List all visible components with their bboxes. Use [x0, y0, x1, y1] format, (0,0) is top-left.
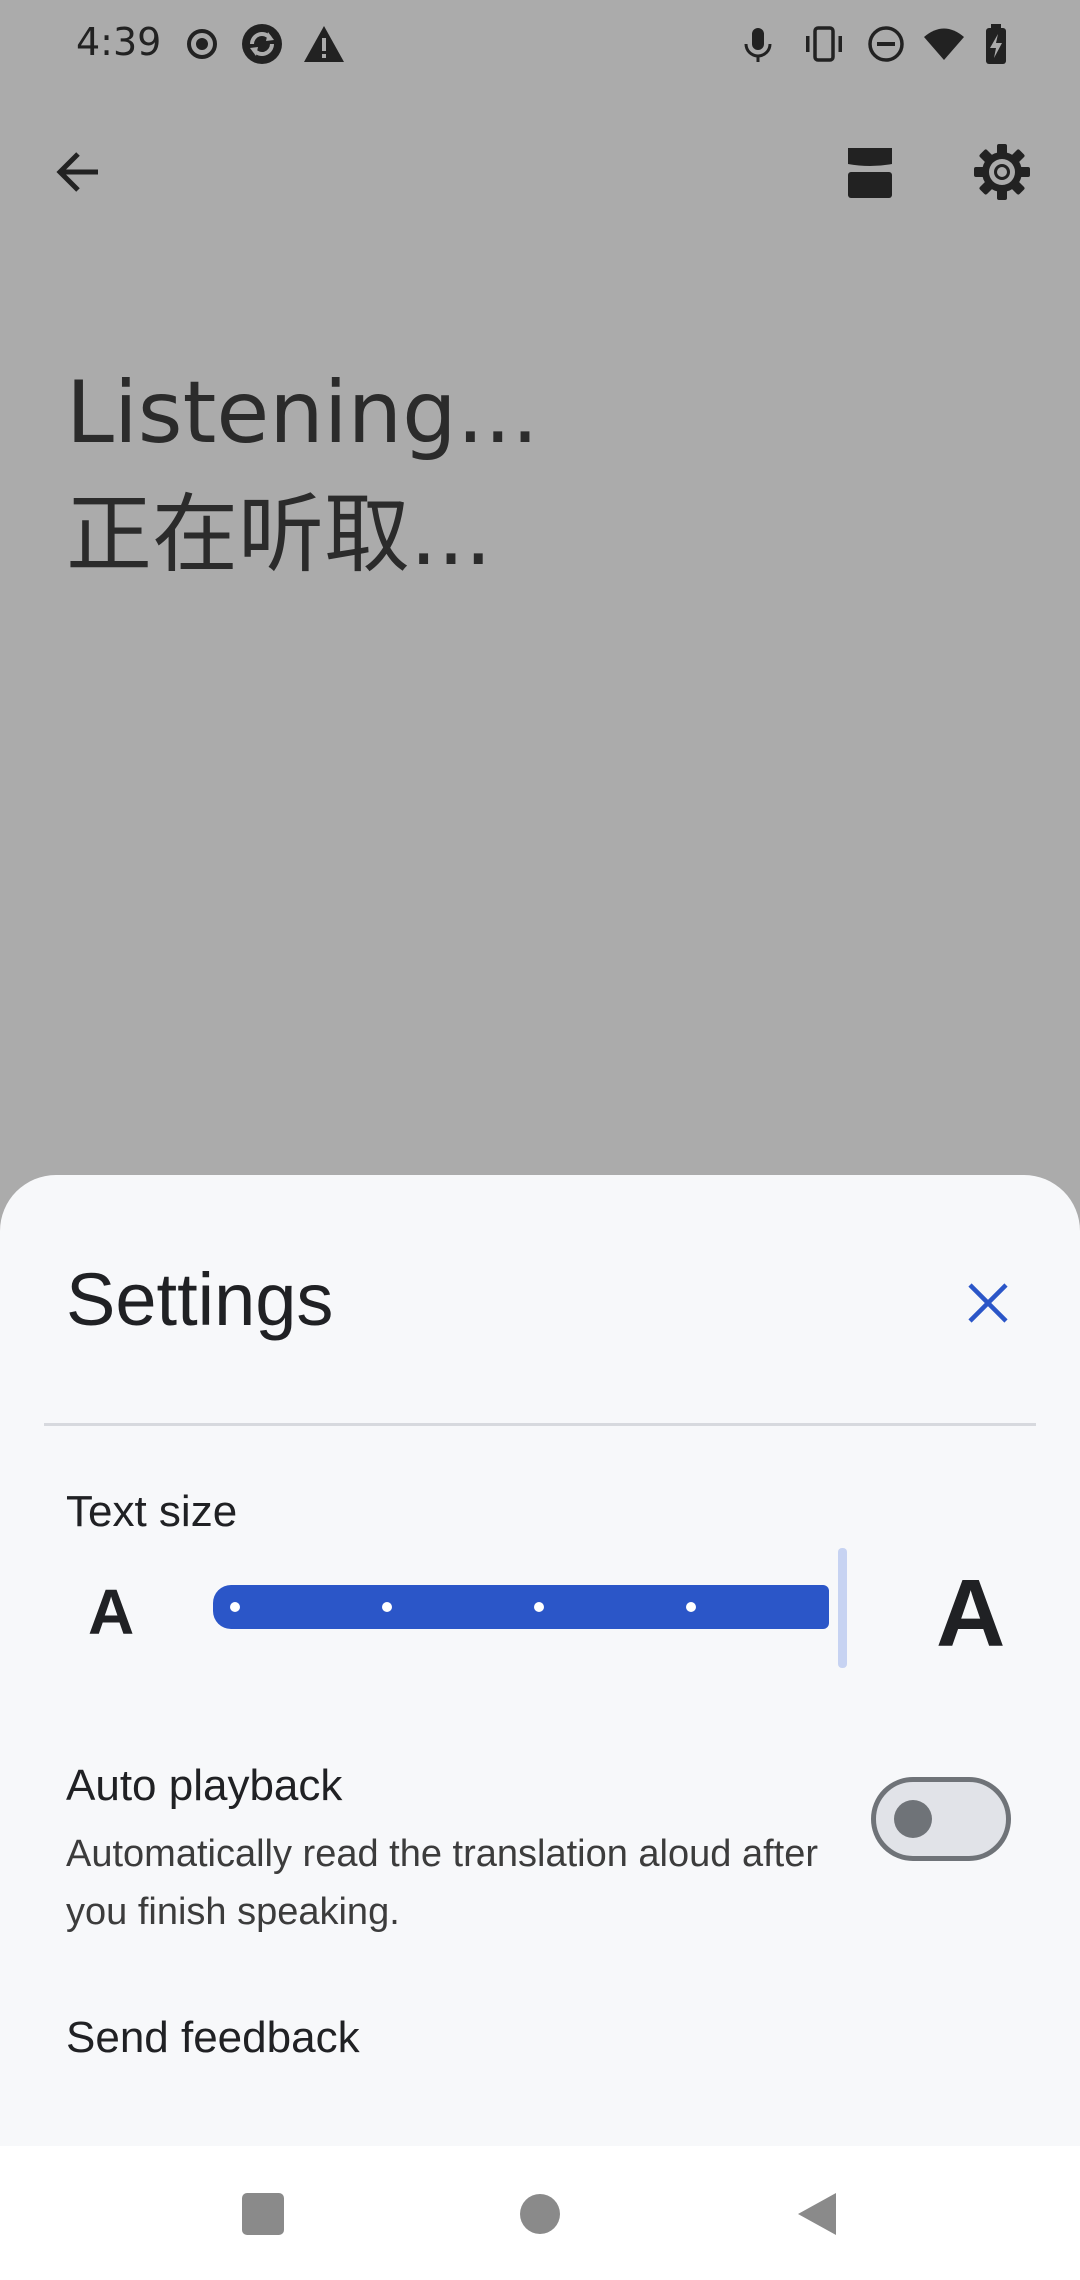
home-icon[interactable] [502, 2176, 578, 2252]
text-size-label: Text size [66, 1487, 238, 1536]
screen: 4:39 Listening... 正在听取... Settings Text … [0, 0, 1080, 2280]
warning-icon [302, 22, 346, 66]
slider-tick [686, 1602, 696, 1612]
battery-charging-icon [974, 22, 1018, 66]
display-mode-icon[interactable] [834, 136, 906, 208]
target-text: 正在听取... [66, 485, 493, 585]
status-time: 4:39 [76, 20, 162, 64]
status-bar: 4:39 [0, 0, 1080, 88]
mic-icon [736, 22, 780, 66]
slider-tick [230, 1602, 240, 1612]
sheet-title: Settings [66, 1258, 334, 1341]
auto-playback-toggle[interactable] [871, 1777, 1011, 1861]
close-icon [968, 1283, 1008, 1323]
text-size-slider[interactable] [213, 1585, 829, 1629]
send-feedback-link[interactable]: Send feedback [66, 2013, 360, 2063]
slider-tick [534, 1602, 544, 1612]
large-text-glyph: A [936, 1560, 1006, 1667]
source-text: Listening... [66, 363, 539, 463]
wifi-icon [922, 22, 966, 66]
settings-sheet: Settings Text size A A Auto playback Aut… [0, 1175, 1080, 2146]
record-icon [180, 22, 224, 66]
vibrate-icon [802, 22, 846, 66]
back-icon[interactable] [779, 2176, 855, 2252]
sync-icon [240, 22, 284, 66]
nav-bar [0, 2146, 1080, 2280]
close-button[interactable] [956, 1271, 1020, 1335]
recents-icon[interactable] [225, 2176, 301, 2252]
auto-playback-label: Auto playback [66, 1761, 343, 1810]
do-not-disturb-icon [864, 22, 908, 66]
slider-tick [382, 1602, 392, 1612]
divider [44, 1423, 1036, 1426]
slider-handle[interactable] [838, 1548, 847, 1668]
gear-icon[interactable] [966, 136, 1038, 208]
toggle-knob [894, 1800, 932, 1838]
small-text-glyph: A [88, 1576, 135, 1648]
auto-playback-description: Automatically read the translation aloud… [66, 1833, 818, 1933]
back-arrow-icon[interactable] [42, 136, 114, 208]
